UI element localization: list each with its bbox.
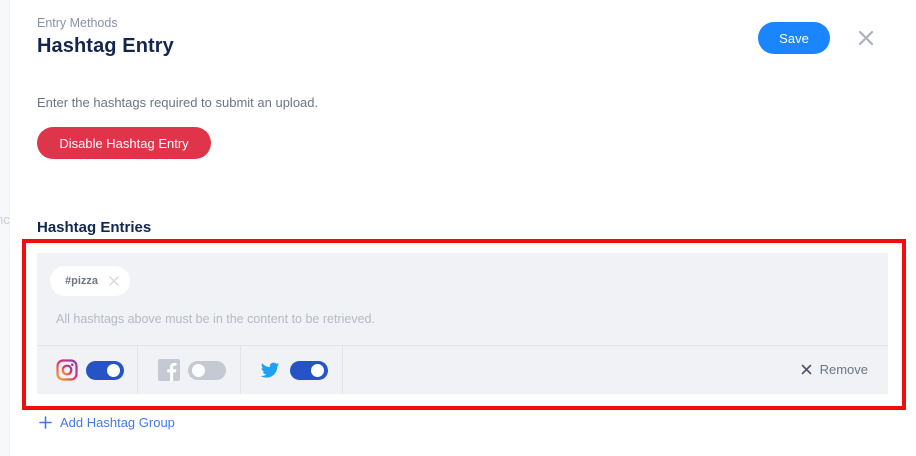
remove-label: Remove (819, 362, 868, 377)
instagram-toggle[interactable] (86, 361, 124, 380)
plus-icon (39, 416, 52, 429)
facebook-toggle[interactable] (188, 361, 226, 380)
remove-group-button[interactable]: Remove (801, 362, 868, 377)
add-hashtag-group-label: Add Hashtag Group (60, 415, 175, 430)
remove-tag-icon[interactable] (108, 275, 120, 287)
close-icon (801, 364, 811, 375)
description-text: Enter the hashtags required to submit an… (37, 95, 319, 110)
close-icon (858, 30, 874, 46)
page-title: Hashtag Entry (37, 35, 174, 57)
network-cell-instagram (37, 346, 138, 394)
twitter-icon (260, 362, 280, 378)
network-cell-facebook (138, 346, 241, 394)
toggle-knob (192, 364, 205, 377)
hashtag-hint: All hashtags above must be in the conten… (56, 312, 375, 326)
close-button[interactable] (853, 25, 879, 51)
facebook-icon (158, 359, 180, 381)
hashtag-chip-label: #pizza (65, 275, 99, 287)
instagram-icon (56, 359, 78, 381)
side-fragment: nc (0, 212, 10, 227)
toggle-knob (107, 364, 120, 377)
save-button[interactable]: Save (758, 22, 830, 54)
disable-hashtag-entry-button[interactable]: Disable Hashtag Entry (37, 127, 211, 159)
left-panel-edge: nc (0, 0, 10, 456)
hashtag-group: #pizza All hashtags above must be in the… (37, 253, 888, 394)
toggle-knob (311, 364, 324, 377)
network-cell-twitter (241, 346, 343, 394)
add-hashtag-group-button[interactable]: Add Hashtag Group (39, 415, 175, 430)
section-title: Hashtag Entries (37, 219, 152, 236)
hashtag-chip[interactable]: #pizza (50, 266, 130, 296)
twitter-toggle[interactable] (290, 361, 328, 380)
breadcrumb: Entry Methods (37, 16, 118, 30)
network-toggles: Remove (37, 345, 888, 394)
